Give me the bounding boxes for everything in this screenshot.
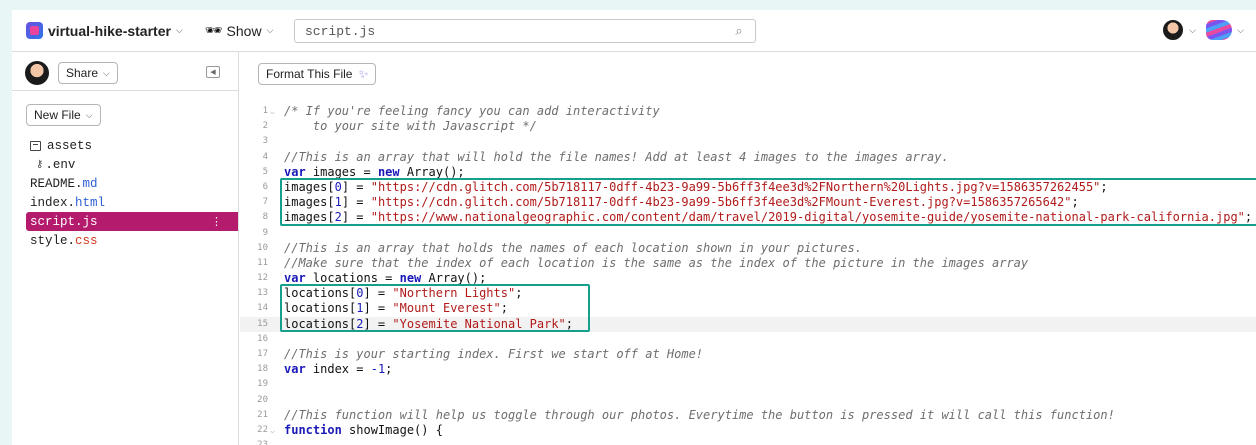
code-line: 12 var locations = new Array();: [257, 271, 487, 286]
sparkle-icon: ✨︎: [358, 66, 369, 81]
file-item-style[interactable]: style. css: [26, 231, 238, 250]
fold-icon[interactable]: ⌵: [268, 423, 280, 438]
file-name: index.: [30, 195, 76, 210]
file-options-icon[interactable]: ⋮: [211, 215, 222, 229]
file-item-readme[interactable]: README. md: [26, 174, 238, 193]
file-name: .env: [45, 157, 76, 172]
code-line-current: 15 locations[2] = "Yosemite National Park…: [240, 316, 1256, 332]
code-line: 23: [240, 438, 1256, 445]
code-line: 2 to your site with Javascript */: [262, 119, 537, 134]
avatar: [1162, 19, 1185, 41]
file-name: style.: [30, 233, 76, 248]
code-line: 20: [257, 394, 268, 405]
file-search[interactable]: ⌕: [294, 19, 756, 43]
fold-icon[interactable]: ⌵: [268, 104, 280, 119]
search-icon[interactable]: ⌕: [729, 21, 749, 41]
chevron-down-icon: ⌵: [266, 25, 274, 35]
file-ext: js: [82, 214, 98, 229]
project-menu[interactable]: virtual-hike-starter ⌵: [26, 22, 183, 39]
avatar[interactable]: [24, 60, 50, 86]
code-line: 3: [262, 136, 268, 147]
share-button[interactable]: Share ⌵: [58, 62, 118, 84]
file-name: assets: [47, 138, 93, 153]
project-name: virtual-hike-starter: [48, 22, 171, 39]
search-input[interactable]: [305, 23, 729, 39]
code-editor: Format This File ✨︎ 1 ⌵/* If you're feeli…: [240, 52, 1256, 445]
glitch-menu[interactable]: ⌵: [1206, 20, 1244, 40]
sunglasses-icon: 🕶: [204, 22, 223, 38]
divider: [12, 90, 238, 91]
key-icon: ⚷: [36, 159, 44, 171]
code-line: 22 ⌵ function showImage() {: [257, 422, 443, 438]
code-line: 9: [262, 227, 268, 238]
file-name: README.: [30, 176, 83, 191]
show-label: Show: [226, 22, 262, 39]
folder-icon: [30, 140, 41, 151]
file-ext: md: [82, 176, 98, 191]
file-item-assets[interactable]: assets: [26, 136, 238, 155]
code-line: 10//This is an array that holds the name…: [257, 240, 862, 255]
code-area[interactable]: 1 ⌵/* If you're feeling fancy you can add…: [240, 104, 1256, 445]
code-line: 21//This function will help us toggle th…: [257, 407, 1115, 422]
code-line: 18 var index = -1;: [257, 362, 393, 377]
chevron-down-icon: ⌵: [103, 67, 110, 78]
file-list: assets ⚷ .env README. md index. html scrip…: [26, 136, 238, 250]
new-file-button[interactable]: New File ⌵: [26, 104, 101, 126]
app-window: virtual-hike-starter ⌵ 🕶 Show ⌵ ⌕ ⌵ ⌵ Sh…: [12, 10, 1256, 445]
show-menu[interactable]: 🕶 Show ⌵: [205, 22, 274, 39]
code-line: 7 images[1] = "https://cdn.glitch.com/5b7…: [262, 195, 1079, 210]
code-line: 14 locations[1] = "Mount Everest";: [257, 301, 508, 316]
file-ext: css: [75, 233, 98, 248]
file-name: script.: [30, 214, 83, 229]
sidebar: Share ⌵ ◀ New File ⌵ assets ⚷ .env READM…: [12, 52, 239, 445]
code-line: 1 ⌵/* If you're feeling fancy you can add…: [262, 104, 660, 119]
code-line: 19: [257, 379, 268, 390]
code-line: 13 locations[0] = "Northern Lights";: [257, 286, 523, 301]
chevron-down-icon: ⌵: [1189, 24, 1196, 35]
file-item-index[interactable]: index. html: [26, 193, 238, 212]
user-menu[interactable]: ⌵: [1162, 19, 1196, 41]
code-line: 11//Make sure that the index of each loc…: [257, 255, 1029, 270]
collapse-sidebar-icon[interactable]: ◀: [206, 66, 220, 78]
code-line: 6 images[0] = "https://cdn.glitch.com/5b7…: [262, 179, 1108, 194]
file-ext: html: [75, 195, 106, 210]
chevron-down-icon: ⌵: [1237, 24, 1244, 35]
code-line: 16: [257, 333, 268, 344]
chevron-down-icon: ⌵: [175, 25, 183, 35]
project-logo-icon: [26, 22, 43, 39]
top-bar: virtual-hike-starter ⌵ 🕶 Show ⌵ ⌕ ⌵ ⌵: [12, 10, 1256, 52]
new-file-label: New File: [34, 108, 81, 122]
share-label: Share: [66, 66, 99, 80]
format-file-button[interactable]: Format This File ✨︎: [258, 63, 377, 85]
glitch-logo-icon: [1206, 20, 1233, 40]
code-line: 17//This is your starting index. First w…: [257, 347, 704, 361]
chevron-down-icon: ⌵: [85, 109, 93, 120]
file-item-env[interactable]: ⚷ .env: [26, 155, 238, 174]
file-item-script[interactable]: script. js ⋮: [26, 212, 238, 231]
code-line: 4//This is an array that will hold the f…: [262, 149, 949, 164]
format-label: Format This File: [266, 67, 353, 81]
code-line: 5 var images = new Array();: [262, 164, 465, 179]
code-line: 8 images[2] = "https://www.nationalgeogra…: [262, 210, 1253, 225]
